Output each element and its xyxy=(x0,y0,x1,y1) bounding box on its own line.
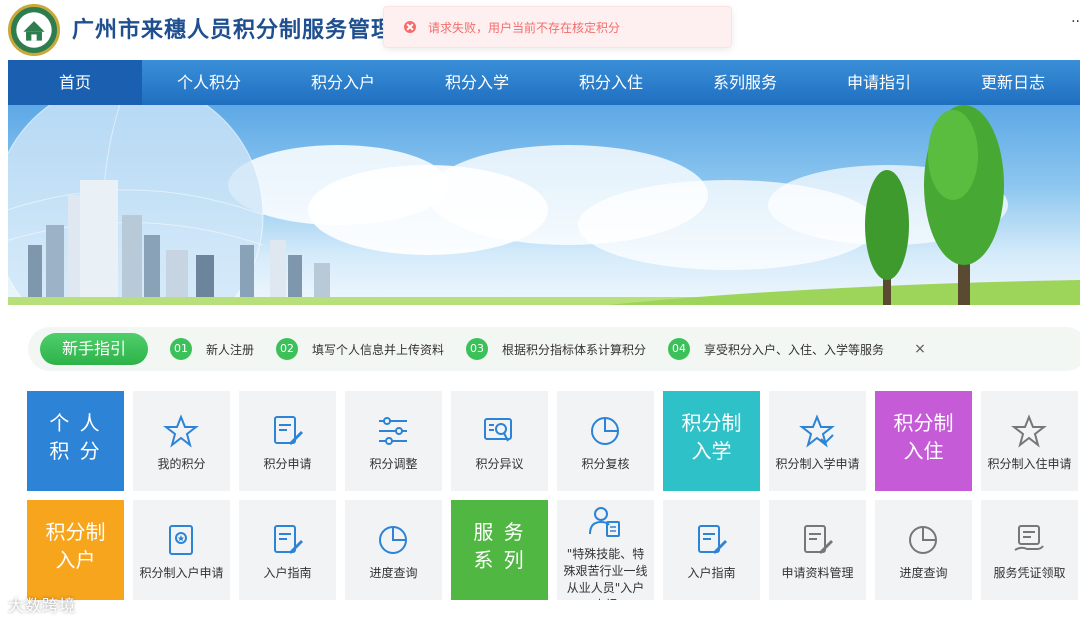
edit-document-icon xyxy=(274,416,303,445)
tile-points-apply[interactable]: 积分申请 xyxy=(239,391,336,491)
star-outline-icon xyxy=(1011,414,1047,448)
step-number: 01 xyxy=(170,338,192,360)
guide-close-button[interactable]: × xyxy=(914,341,926,357)
tile-points-adjust[interactable]: 积分调整 xyxy=(345,391,442,491)
user-document-icon xyxy=(589,507,620,537)
guide-step: 03 根据积分指标体系计算积分 xyxy=(466,338,646,360)
tile-label: 积分制入住申请 xyxy=(987,457,1072,471)
error-circle-icon xyxy=(404,21,416,33)
edit-document-icon xyxy=(804,525,833,554)
tile-label: 进度查询 xyxy=(899,566,948,580)
tile-label: 进度查询 xyxy=(369,566,418,580)
pie-chart-icon xyxy=(909,526,937,554)
guide-step: 04 享受积分入户、入住、入学等服务 xyxy=(668,338,884,360)
star-icon xyxy=(163,414,199,448)
step-number: 02 xyxy=(276,338,299,360)
sliders-icon xyxy=(379,417,407,445)
monitor-search-icon xyxy=(484,418,512,442)
tile-personal-points[interactable]: 个 人 积 分 xyxy=(27,391,124,491)
tile-label: 积分制入户申请 xyxy=(139,566,224,580)
nav-guide[interactable]: 申请指引 xyxy=(812,60,946,105)
certificate-icon xyxy=(169,525,193,555)
tile-label: 积分制 入学 xyxy=(681,411,742,463)
tile-household-guide[interactable]: 入户指南 xyxy=(239,500,336,600)
tile-label: 服务凭证领取 xyxy=(993,566,1066,580)
tile-label: "特殊技能、特殊艰苦行业一线从业人员"入户申报 xyxy=(563,547,648,600)
tile-household-apply[interactable]: 积分制入户申请 xyxy=(133,500,230,600)
site-title: 广州市来穗人员积分制服务管理 xyxy=(72,18,395,43)
error-toast-message: 请求失败，用户当前不存在核定积分 xyxy=(428,20,621,35)
tile-progress-query[interactable]: 进度查询 xyxy=(345,500,442,600)
pie-chart-icon xyxy=(379,526,407,554)
tile-label: 服 务 系 列 xyxy=(473,520,526,572)
edit-document-icon xyxy=(274,525,303,554)
nav-changelog[interactable]: 更新日志 xyxy=(946,60,1080,105)
guide-step: 01 新人注册 xyxy=(170,338,254,360)
hero-banner xyxy=(8,105,1080,305)
step-text: 新人注册 xyxy=(206,342,255,357)
pie-chart-icon xyxy=(591,417,619,445)
tile-label: 积分异议 xyxy=(475,457,524,471)
step-text: 填写个人信息并上传资料 xyxy=(312,342,445,357)
tile-points-objection[interactable]: 积分异议 xyxy=(451,391,548,491)
edit-document-icon xyxy=(698,525,727,554)
tile-label: 入户指南 xyxy=(263,566,312,580)
tile-label: 积分制 入住 xyxy=(893,411,954,463)
tile-label: 积分调整 xyxy=(369,457,418,471)
guide-label: 新手指引 xyxy=(40,333,148,365)
beginner-guide-bar: 新手指引 01 新人注册 02 填写个人信息并上传资料 03 根据积分指标体系计… xyxy=(28,327,1080,371)
tile-service-series[interactable]: 服 务 系 列 xyxy=(451,500,548,600)
step-number: 04 xyxy=(668,338,691,360)
error-toast: 请求失败，用户当前不存在核定积分 xyxy=(383,6,732,48)
main-nav: 首页 个人积分 积分入户 积分入学 积分入住 系列服务 申请指引 更新日志 xyxy=(8,60,1080,105)
tile-label: 个 人 积 分 xyxy=(49,411,102,463)
tile-school-apply[interactable]: 积分制入学申请 xyxy=(769,391,866,491)
guide-step: 02 填写个人信息并上传资料 xyxy=(276,338,444,360)
tile-label: 入户指南 xyxy=(687,566,736,580)
watermark: 大数跨境 xyxy=(8,596,77,615)
tile-label: 积分制入学申请 xyxy=(775,457,860,471)
tile-voucher-collect[interactable]: 服务凭证领取 xyxy=(981,500,1078,600)
nav-personal-points[interactable]: 个人积分 xyxy=(142,60,276,105)
star-check-icon xyxy=(799,414,835,448)
tile-points-review[interactable]: 积分复核 xyxy=(557,391,654,491)
hand-document-icon xyxy=(1014,525,1044,551)
tile-household-guide-2[interactable]: 入户指南 xyxy=(663,500,760,600)
tile-label: 申请资料管理 xyxy=(781,566,854,580)
tile-label: 积分申请 xyxy=(263,457,312,471)
tile-points-housing[interactable]: 积分制 入住 xyxy=(875,391,972,491)
step-text: 享受积分入户、入住、入学等服务 xyxy=(704,342,885,357)
nav-points-housing[interactable]: 积分入住 xyxy=(544,60,678,105)
tile-label: 积分制 入户 xyxy=(45,520,106,572)
nav-services[interactable]: 系列服务 xyxy=(678,60,812,105)
header-user-menu[interactable]: ·· xyxy=(1071,14,1080,30)
tile-points-school[interactable]: 积分制 入学 xyxy=(663,391,760,491)
tile-progress-query-2[interactable]: 进度查询 xyxy=(875,500,972,600)
nav-points-school[interactable]: 积分入学 xyxy=(410,60,544,105)
nav-points-household[interactable]: 积分入户 xyxy=(276,60,410,105)
tile-special-skills-apply[interactable]: "特殊技能、特殊艰苦行业一线从业人员"入户申报 xyxy=(557,500,654,600)
site-logo xyxy=(8,4,60,56)
tile-label: 积分复核 xyxy=(581,457,630,471)
step-number: 03 xyxy=(466,338,489,360)
step-text: 根据积分指标体系计算积分 xyxy=(502,342,647,357)
tile-my-points[interactable]: 我的积分 xyxy=(133,391,230,491)
nav-home[interactable]: 首页 xyxy=(8,60,142,105)
tile-housing-apply[interactable]: 积分制入住申请 xyxy=(981,391,1078,491)
tile-label: 我的积分 xyxy=(157,457,206,471)
tile-docs-manage[interactable]: 申请资料管理 xyxy=(769,500,866,600)
tile-points-household[interactable]: 积分制 入户 xyxy=(27,500,124,600)
